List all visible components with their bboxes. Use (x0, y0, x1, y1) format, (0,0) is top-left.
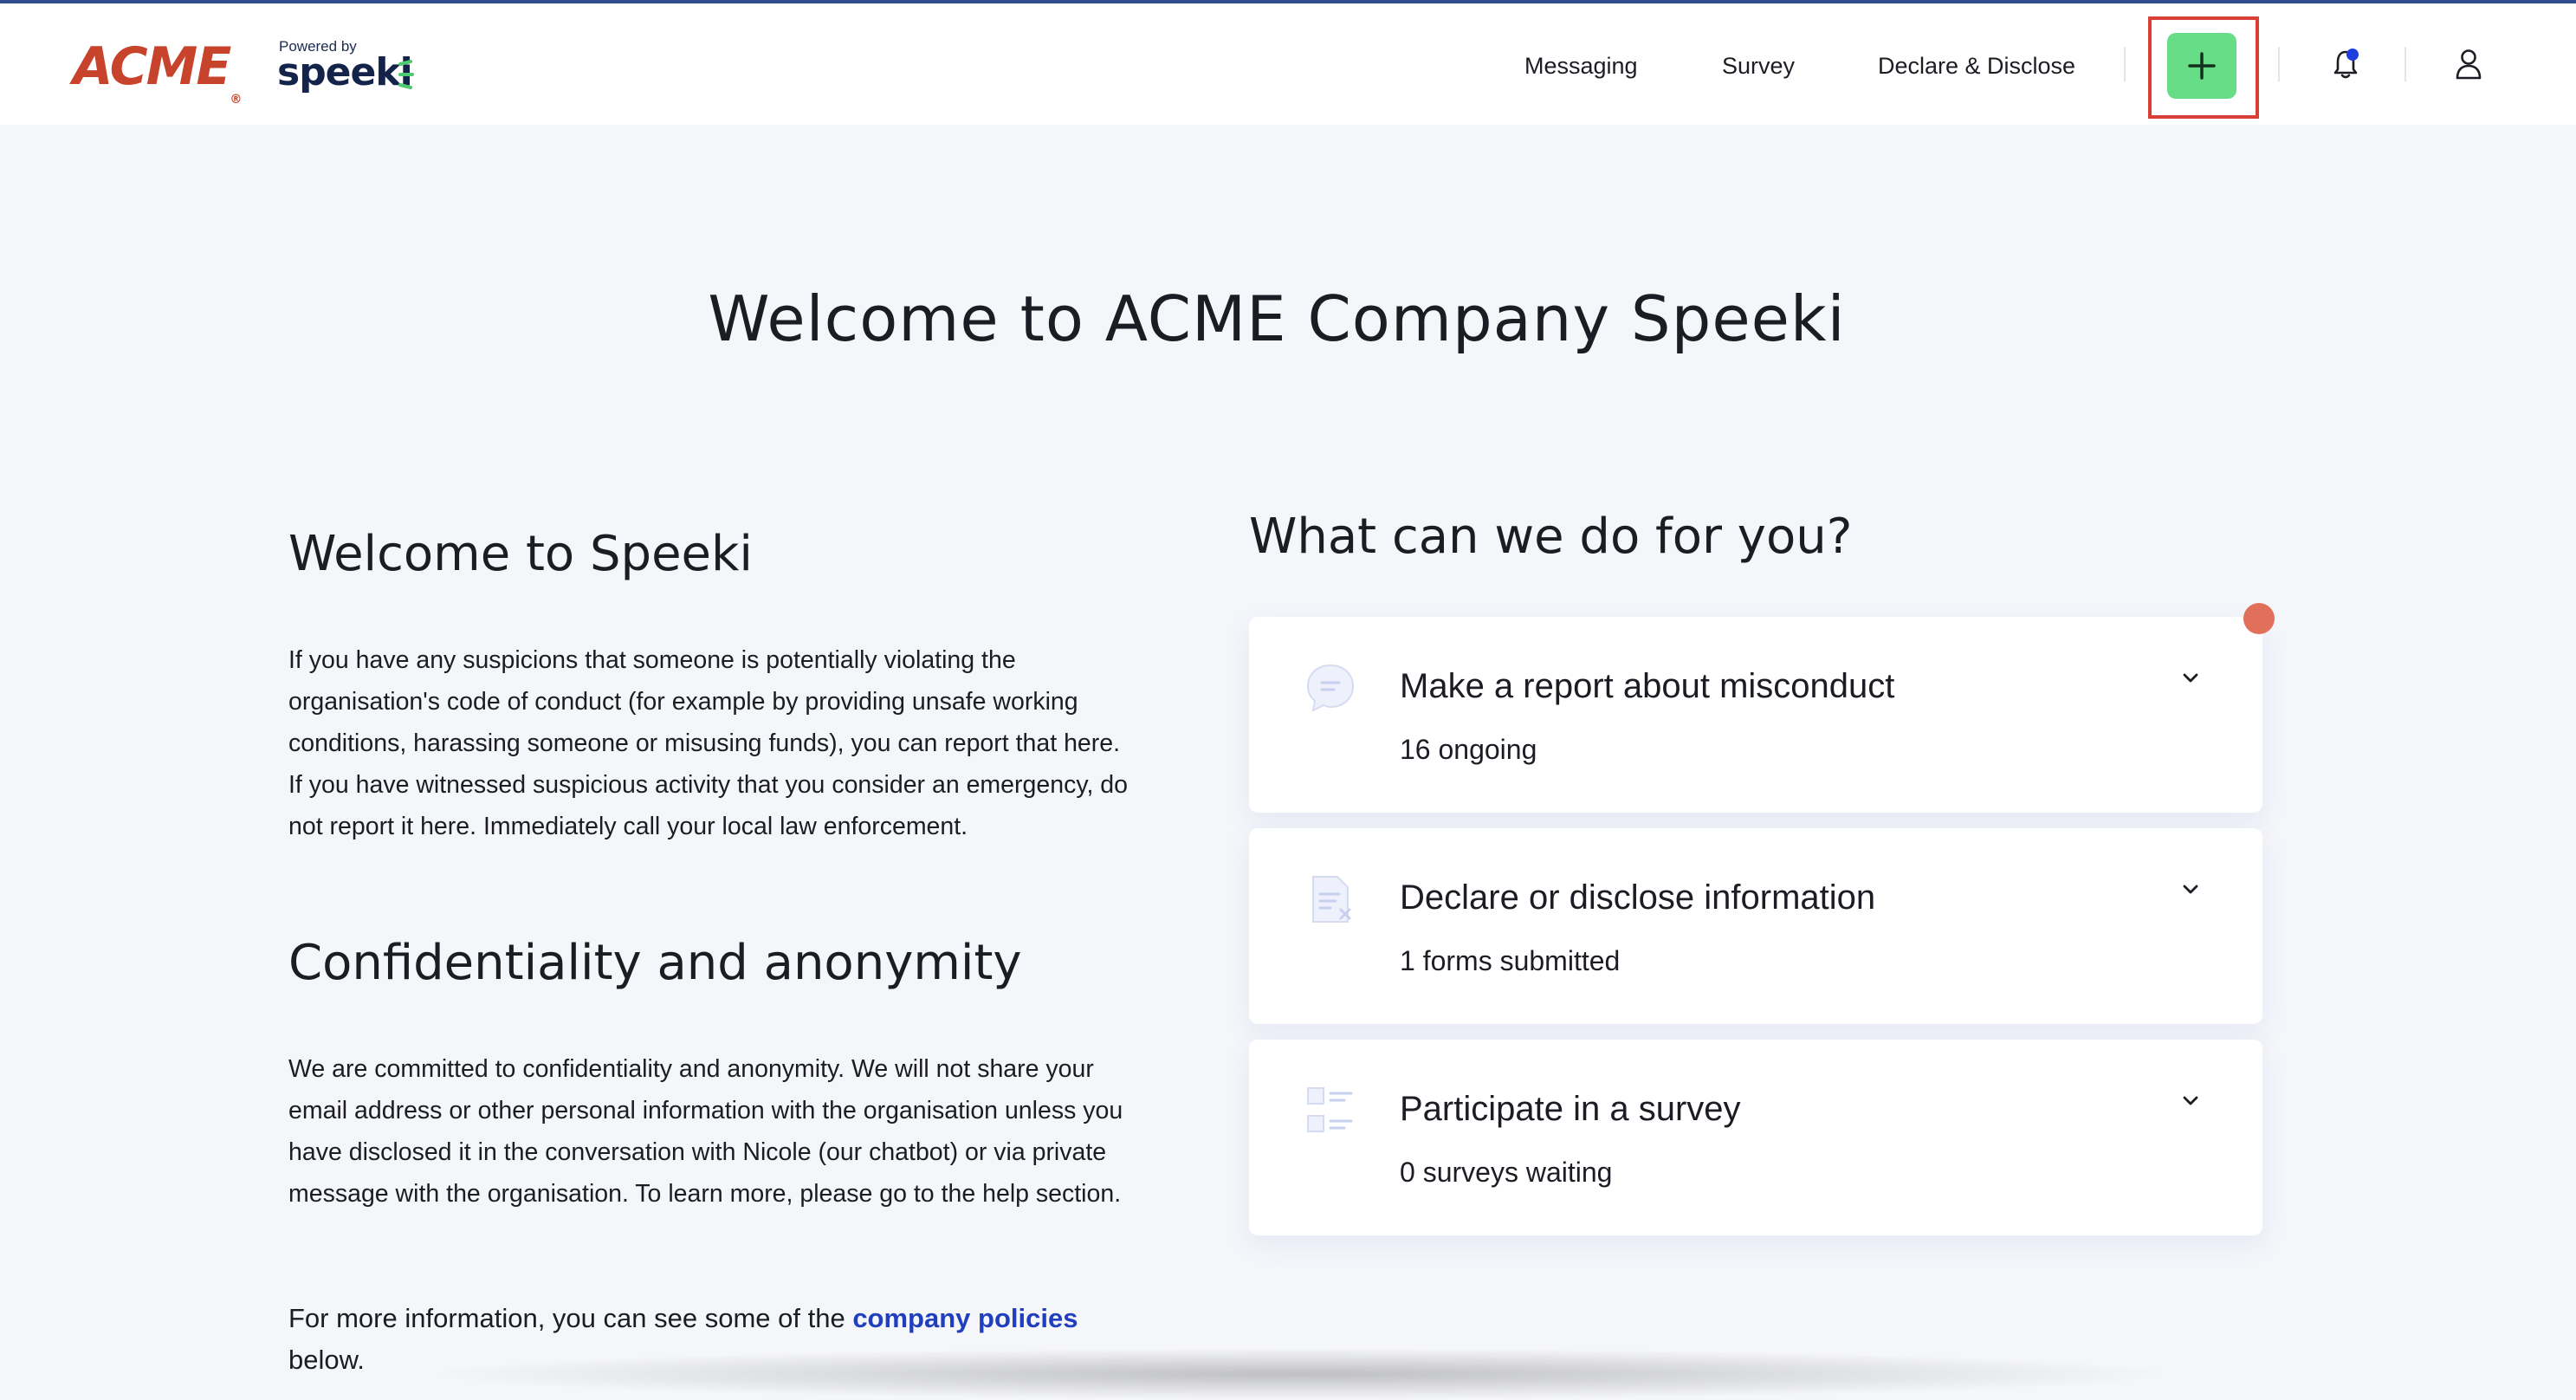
notification-dot (2346, 49, 2359, 61)
declare-disclose-card[interactable]: Declare or disclose information 1 forms … (1249, 828, 2262, 1024)
card-subtitle: 1 forms submitted (1400, 945, 1621, 976)
report-misconduct-card[interactable]: Make a report about misconduct 16 ongoin… (1249, 617, 2262, 813)
top-navbar: ACME® Powered by speeki Messaging Survey… (0, 3, 2576, 125)
survey-card[interactable]: Participate in a survey 0 surveys waitin… (1249, 1040, 2262, 1235)
nav-divider (2124, 47, 2126, 81)
card-title: Participate in a survey (1400, 1090, 1741, 1128)
welcome-heading: Welcome to Speeki (288, 526, 753, 582)
chat-bubble-icon (1306, 664, 1355, 712)
welcome-paragraph: If you have any suspicions that someone … (288, 646, 1128, 840)
confidentiality-heading: Confidentiality and anonymity (288, 935, 1022, 991)
card-title: Make a report about misconduct (1400, 667, 1895, 705)
page-title: Welcome to ACME Company Speeki (708, 282, 1846, 355)
alert-dot (2243, 603, 2275, 634)
more-info-suffix: below. (288, 1345, 365, 1375)
acme-logo[interactable]: ACME® (73, 36, 242, 107)
more-info-prefix: For more information, you can see some o… (288, 1303, 853, 1333)
card-subtitle: 16 ongoing (1400, 734, 1537, 765)
bottom-scroll-shadow (416, 1348, 2183, 1400)
nav-divider (2404, 47, 2406, 81)
user-profile-icon[interactable] (2453, 47, 2484, 81)
add-new-button[interactable] (2167, 33, 2236, 99)
card-subtitle: 0 surveys waiting (1400, 1157, 1613, 1188)
speeki-logo: speeki (277, 50, 413, 94)
nav-messaging[interactable]: Messaging (1524, 50, 1638, 81)
actions-heading: What can we do for you? (1249, 509, 1853, 565)
speeki-logo-mark-icon (398, 60, 414, 89)
card-title: Declare or disclose information (1400, 878, 1876, 917)
company-policies-link[interactable]: company policies (852, 1303, 1078, 1333)
confidentiality-paragraph: We are committed to confidentiality and … (288, 1055, 1123, 1208)
chevron-down-icon[interactable] (2178, 665, 2204, 691)
nav-divider (2278, 47, 2280, 81)
nav-declare-disclose[interactable]: Declare & Disclose (1878, 50, 2075, 81)
plus-icon (2188, 52, 2216, 80)
nav-survey[interactable]: Survey (1722, 50, 1795, 81)
document-icon (1312, 876, 1351, 923)
checklist-icon (1307, 1087, 1353, 1132)
chevron-down-icon[interactable] (2178, 877, 2204, 903)
chevron-down-icon[interactable] (2178, 1088, 2204, 1114)
